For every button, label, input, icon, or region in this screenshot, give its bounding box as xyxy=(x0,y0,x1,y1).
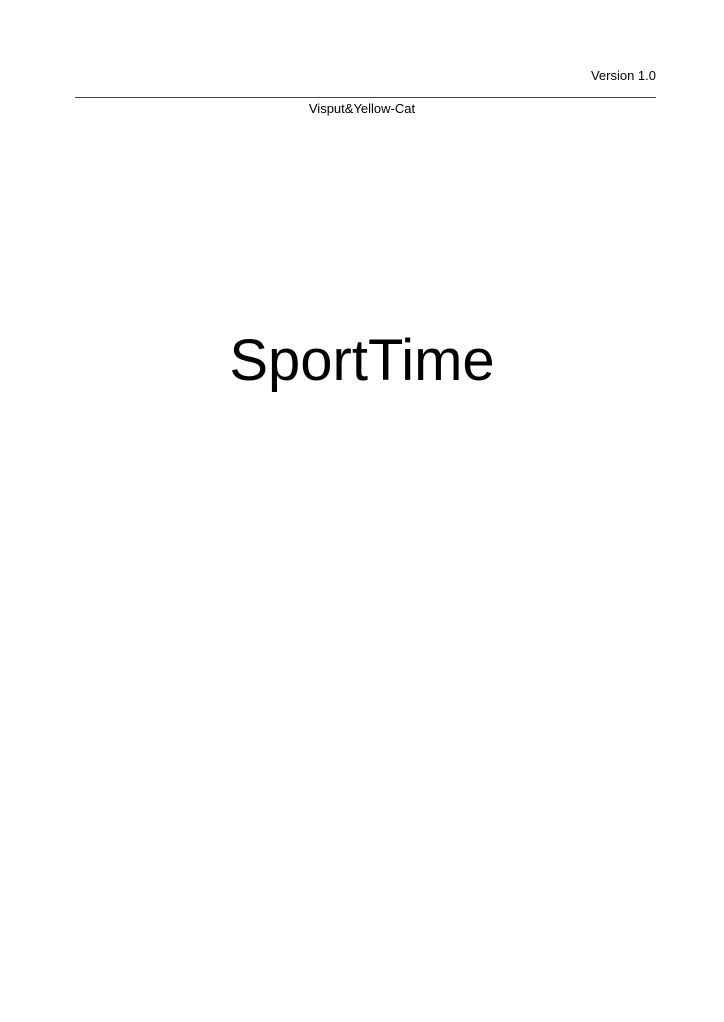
document-page: Version 1.0 Visput&Yellow-Cat SportTime xyxy=(0,0,724,1022)
authors-label: Visput&Yellow-Cat xyxy=(308,101,416,116)
version-label: Version 1.0 xyxy=(590,68,656,83)
header-divider xyxy=(75,97,656,98)
document-title: SportTime xyxy=(229,328,495,393)
